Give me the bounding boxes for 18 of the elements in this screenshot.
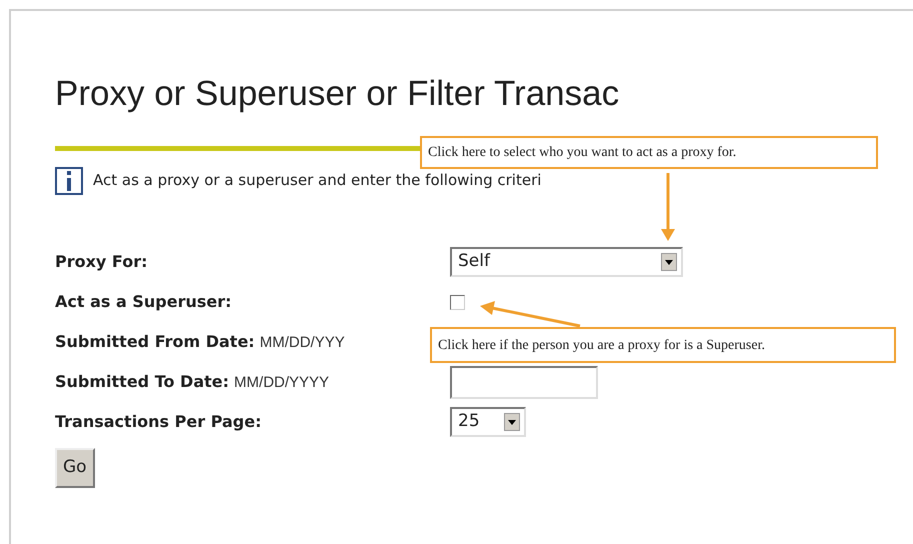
callout: Click here if the person you are a proxy for is a Superuser. (430, 327, 896, 363)
field-label: Proxy For: (55, 251, 148, 273)
page-title: Proxy or Superuser or Filter Transac (55, 73, 620, 115)
go-button[interactable]: Go (55, 448, 95, 488)
proxy-select[interactable]: Self (450, 247, 683, 277)
field-label: Submitted From Date: (55, 330, 255, 353)
superuser-checkbox[interactable] (450, 294, 465, 310)
date-field[interactable] (450, 366, 598, 398)
info-icon (55, 167, 83, 195)
page-size-select[interactable]: 25 (450, 407, 526, 437)
field-label: Transactions Per Page: (55, 411, 262, 433)
callout: Click here to select who you want to act as a proxy for. (420, 136, 878, 169)
intro-text: Act as a proxy or a superuser and enter the following criteri (93, 170, 542, 191)
field-label: Submitted To Date: (55, 370, 230, 393)
date-format-hint: MM/DD/YYYY (234, 372, 330, 393)
date-format-hint: MM/DD/YYY (260, 332, 345, 353)
arrow (661, 173, 675, 241)
field-label: Act as a Superuser: (55, 291, 232, 313)
